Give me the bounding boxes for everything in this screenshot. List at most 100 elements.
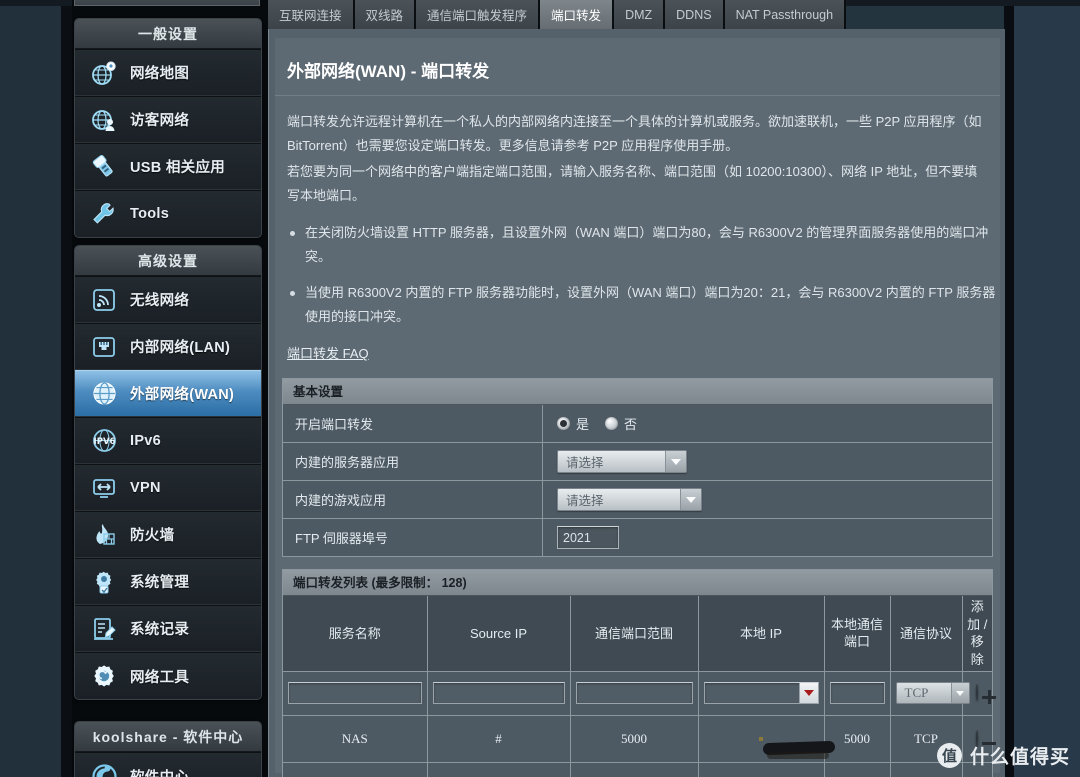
chevron-down-icon — [665, 451, 686, 473]
row-label: 内建的服务器应用 — [283, 443, 543, 481]
cell-source-ip: # — [427, 762, 571, 777]
sidebar-item-network-map[interactable]: 网络地图 — [75, 49, 261, 96]
guest-network-icon — [89, 105, 119, 135]
select-value: 请选择 — [566, 456, 604, 471]
local-ip-dropdown-icon[interactable] — [798, 683, 818, 704]
cell-port-range: 5000 — [570, 715, 699, 763]
sidebar-item-network-tools[interactable]: 网络工具 — [75, 652, 261, 699]
col-local-ip: 本地 IP — [698, 596, 825, 672]
table-header-row: 服务名称 Source IP 通信端口范围 本地 IP 本地通信端口 通信协议 … — [283, 596, 992, 672]
famous-server-select[interactable]: 请选择 — [557, 450, 687, 474]
local-port-input[interactable] — [829, 682, 885, 705]
watermark: 值 什么值得买 — [936, 742, 1070, 769]
sidebar-item-label: VPN — [130, 479, 161, 496]
sidebar-item-label: Tools — [130, 206, 170, 222]
right-edge-shadow — [1004, 0, 1014, 777]
source-ip-input[interactable] — [432, 682, 565, 705]
main-panel: 外部网络(WAN) - 端口转发 端口转发允许远程计算机在一个私人的内部网络内连… — [268, 29, 1005, 777]
page-description: 端口转发允许远程计算机在一个私人的内部网络内连接至一个具体的计算机或服务。欲加速… — [275, 96, 1000, 208]
ftp-server-port-input[interactable] — [557, 526, 619, 550]
row-label: FTP 伺服器埠号 — [283, 519, 543, 557]
router-admin-page: 一般设置 网络地图 访客网络 USB 相关应用 Tools 高级设置 无线网络 … — [0, 0, 1080, 777]
tab-bar: 互联网连接 双线路 通信端口触发程序 端口转发 DMZ DDNS NAT Pas… — [268, 0, 847, 29]
protocol-value: TCP — [904, 685, 929, 701]
port-forwarding-list-header: 端口转发列表 (最多限制： 128) — [283, 570, 992, 597]
watermark-text: 什么值得买 — [969, 747, 1070, 768]
sidebar-item-label: IPv6 — [130, 432, 162, 449]
col-add-remove: 添加 / 移除 — [962, 596, 992, 672]
basic-settings-header: 基本设置 — [283, 379, 992, 406]
protocol-select[interactable]: TCP — [895, 682, 970, 705]
row-famous-game-list: 内建的游戏应用 请选择 — [283, 481, 992, 520]
sidebar-item-firewall[interactable]: 防火墙 — [75, 511, 261, 558]
row-label: 内建的游戏应用 — [283, 481, 543, 519]
tab-internet-connection[interactable]: 互联网连接 — [268, 0, 355, 29]
main-panel-inner: 外部网络(WAN) - 端口转发 端口转发允许远程计算机在一个私人的内部网络内连… — [275, 38, 1000, 777]
cell-service-name: NAS — [283, 715, 428, 763]
page-title: 外部网络(WAN) - 端口转发 — [275, 38, 1000, 96]
row-value: 请选择 — [543, 450, 992, 474]
sidebar-item-software-center[interactable]: 软件中心 — [75, 752, 261, 777]
port-forwarding-faq-link[interactable]: 端口转发 FAQ — [287, 343, 369, 362]
tab-ddns[interactable]: DDNS — [665, 0, 725, 29]
tab-dual-wan[interactable]: 双线路 — [354, 0, 417, 29]
sidebar-item-label: USB 相关应用 — [130, 160, 226, 176]
tab-port-trigger[interactable]: 通信端口触发程序 — [416, 0, 541, 29]
sidebar-group-general: 一般设置 网络地图 访客网络 USB 相关应用 Tools — [74, 18, 262, 238]
sidebar-item-guest-network[interactable]: 访客网络 — [75, 96, 261, 143]
sidebar-item-wan[interactable]: 外部网络(WAN) — [75, 370, 261, 417]
sidebar-group-title-advanced: 高级设置 — [75, 246, 261, 276]
cell-source-ip: # — [427, 715, 571, 763]
sidebar-item-label: 网络工具 — [130, 669, 190, 686]
notes-list: 在关闭防火墙设置 HTTP 服务器，且设置外网（WAN 端口）端口为80，会与 … — [275, 221, 1000, 329]
radio-no-label: 否 — [624, 417, 638, 433]
plus-icon-vertical — [988, 690, 992, 705]
tab-port-forwarding[interactable]: 端口转发 — [540, 0, 615, 29]
radio-yes[interactable] — [557, 417, 570, 431]
chevron-down-icon — [950, 683, 969, 704]
sidebar-item-label: 无线网络 — [130, 293, 190, 309]
famous-game-select[interactable]: 请选择 — [557, 488, 702, 512]
description-paragraph-2: 若您要为同一个网络中的客户端指定端口范围，请输入服务名称、端口范围（如 1020… — [287, 164, 978, 204]
sidebar-item-usb-application[interactable]: USB 相关应用 — [75, 143, 261, 190]
sidebar-item-administration[interactable]: 系统管理 — [75, 558, 261, 605]
sidebar-item-ipv6[interactable]: IPV6 IPv6 — [75, 417, 261, 464]
tab-dmz[interactable]: DMZ — [614, 0, 666, 29]
sidebar-item-label: 软件中心 — [130, 766, 189, 777]
cell-port-range-input — [570, 671, 699, 716]
sidebar-item-label: 外部网络(WAN) — [130, 387, 235, 403]
port-forwarding-list-section: 端口转发列表 (最多限制： 128) 服务名称 Source IP 通信端口范围… — [282, 569, 997, 777]
firewall-icon — [89, 520, 119, 550]
cell-source-ip-input — [427, 671, 571, 716]
sidebar-item-wireless[interactable]: 无线网络 — [75, 276, 261, 323]
network-tools-icon — [89, 661, 119, 691]
right-background-gutter — [1013, 0, 1080, 777]
add-rule-button[interactable] — [976, 684, 997, 705]
cell-service-name-input — [283, 671, 428, 716]
row-value: 请选择 — [543, 488, 992, 512]
radio-no[interactable] — [605, 417, 619, 431]
enable-port-forwarding-radio-group: 是 否 — [557, 414, 647, 433]
cell-local-port-input — [824, 671, 891, 716]
sidebar-top-stub — [74, 0, 260, 6]
tab-nat-passthrough[interactable]: NAT Passthrough — [724, 0, 847, 29]
sidebar-item-label: 系统记录 — [130, 622, 190, 638]
globe-icon — [89, 379, 119, 409]
sidebar-item-label: 网络地图 — [130, 66, 190, 82]
col-service-name: 服务名称 — [283, 596, 428, 672]
sidebar-item-lan[interactable]: 内部网络(LAN) — [75, 323, 261, 370]
vpn-icon — [89, 473, 119, 503]
sidebar-item-system-log[interactable]: 系统记录 — [75, 605, 261, 652]
col-protocol: 通信协议 — [890, 596, 963, 672]
sidebar: 一般设置 网络地图 访客网络 USB 相关应用 Tools 高级设置 无线网络 … — [72, 0, 268, 777]
sidebar-item-label: 防火墙 — [130, 528, 175, 544]
smzdm-logo-icon: 值 — [936, 743, 962, 768]
radio-yes-label: 是 — [576, 417, 590, 433]
wrench-icon — [89, 199, 119, 229]
description-paragraph-1: 端口转发允许远程计算机在一个私人的内部网络内连接至一个具体的计算机或服务。欲加速… — [287, 114, 982, 154]
port-range-input[interactable] — [575, 682, 693, 705]
sidebar-item-vpn[interactable]: VPN — [75, 464, 261, 511]
sidebar-item-tools[interactable]: Tools — [75, 190, 261, 237]
service-name-input[interactable] — [288, 682, 422, 705]
port-forwarding-table: 服务名称 Source IP 通信端口范围 本地 IP 本地通信端口 通信协议 … — [283, 596, 997, 777]
